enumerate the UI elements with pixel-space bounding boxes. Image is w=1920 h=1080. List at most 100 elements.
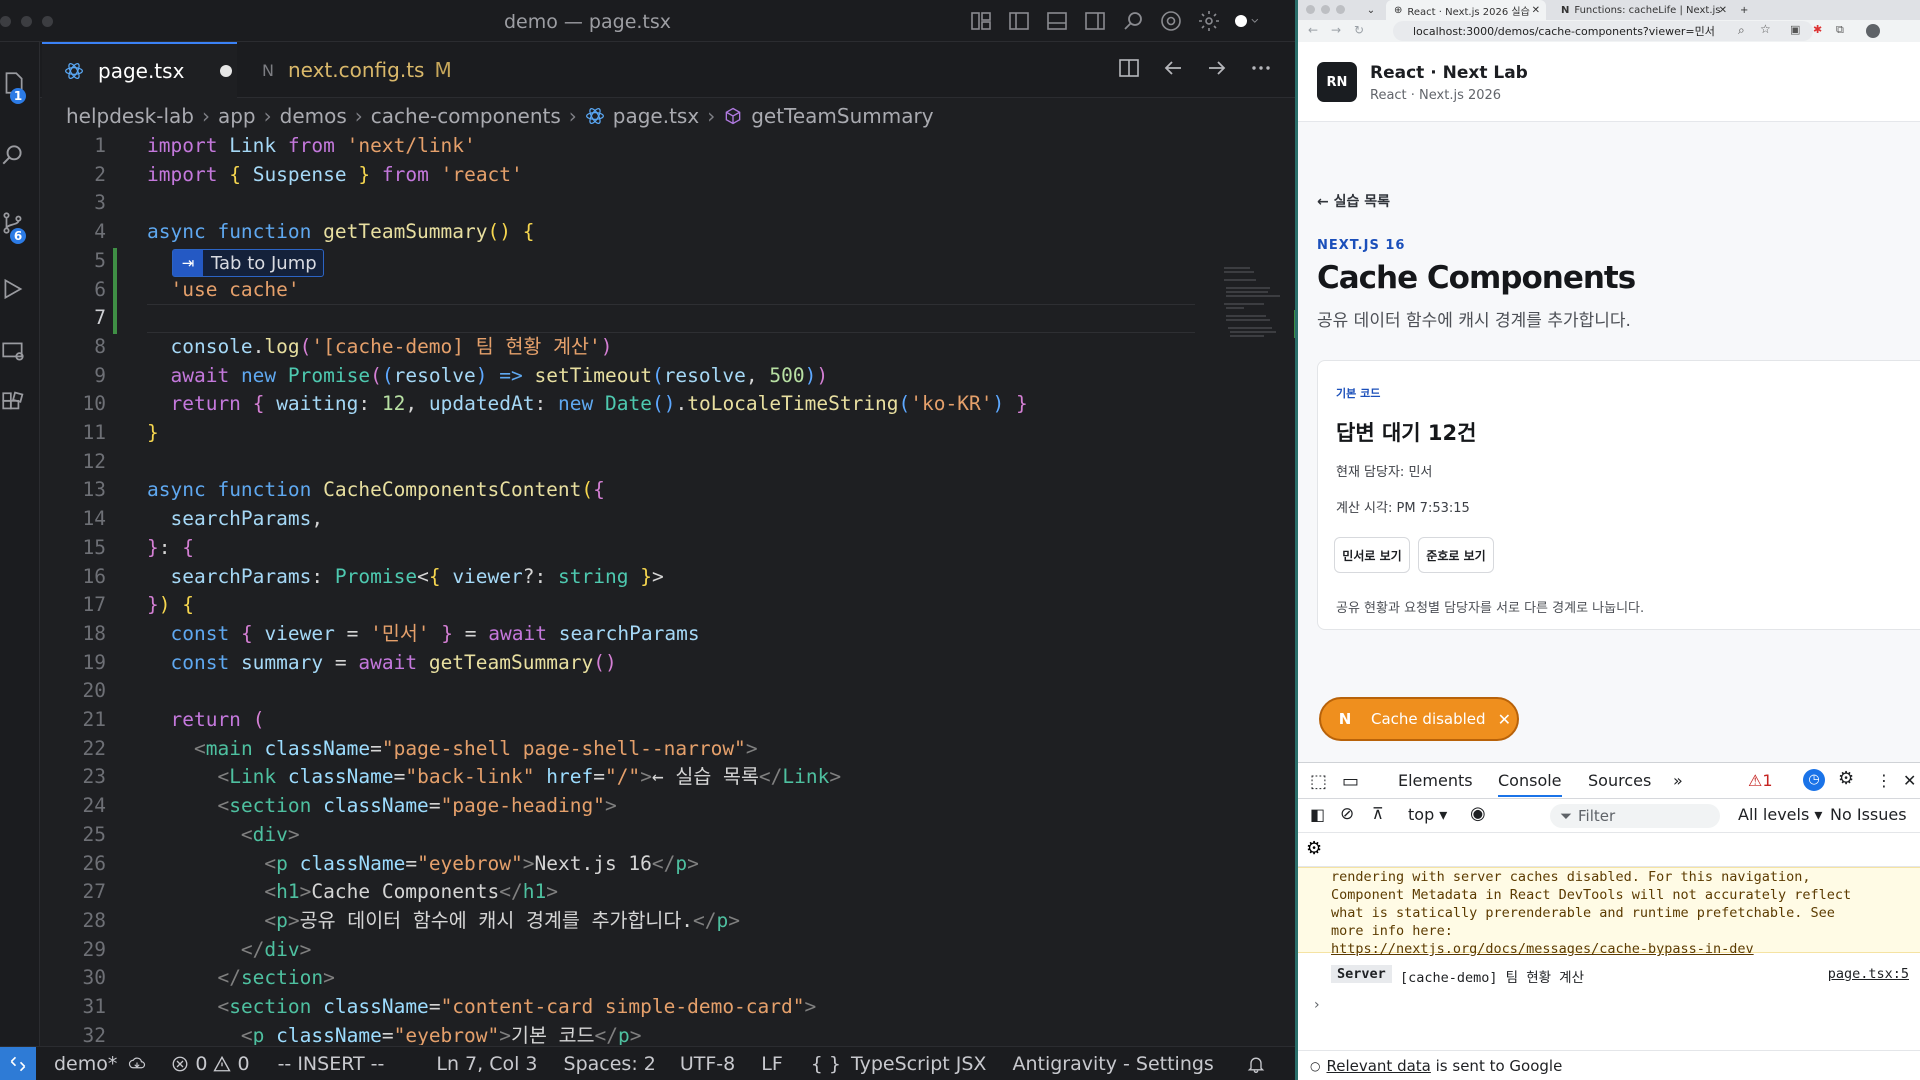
log-levels-select[interactable]: All levels ▾ bbox=[1738, 805, 1822, 824]
extensions-puzzle-icon[interactable]: ⧉ bbox=[1836, 23, 1844, 37]
arrow-right-icon[interactable] bbox=[1205, 56, 1229, 80]
warnings-badge[interactable]: ⚠1 bbox=[1748, 771, 1773, 790]
code-line: 1 import Link from 'next/link' bbox=[94, 134, 476, 157]
console-prompt-chevron-icon[interactable]: › bbox=[1314, 997, 1320, 1013]
kebab-menu-icon[interactable]: ⋮ bbox=[1876, 771, 1892, 790]
sidebar-toggle-icon[interactable]: ◧ bbox=[1310, 805, 1325, 824]
toggle-panel-icon[interactable] bbox=[1045, 9, 1069, 33]
reload-icon[interactable]: ↻ bbox=[1354, 23, 1364, 37]
status-bar: demo* 00 -- INSERT -- Ln 7, Col 3 Spaces… bbox=[0, 1046, 1295, 1080]
extension-icon[interactable]: ✱ bbox=[1813, 23, 1822, 36]
warning-line: more info here: bbox=[1331, 923, 1453, 939]
code-line: 22 <main className="page-shell page-shel… bbox=[82, 736, 758, 760]
ai-assistance-icon[interactable]: ◷ bbox=[1803, 769, 1825, 791]
filter-placeholder: Filter bbox=[1578, 807, 1616, 825]
clear-console-icon[interactable]: ⊘ bbox=[1340, 804, 1354, 824]
extensions-button[interactable] bbox=[0, 382, 40, 422]
view-as-minseo-button[interactable]: 민서로 보기 bbox=[1334, 537, 1410, 573]
breadcrumb-item[interactable]: cache-components bbox=[371, 104, 561, 128]
close-icon[interactable]: ✕ bbox=[1498, 710, 1511, 729]
notifications-button[interactable] bbox=[1246, 1054, 1266, 1074]
console-filter-input[interactable]: ⏷ Filter bbox=[1550, 804, 1720, 828]
source-control-button[interactable]: 6 bbox=[0, 202, 40, 244]
tab-page-tsx[interactable]: page.tsx bbox=[42, 42, 237, 98]
branch-label: demo* bbox=[54, 1052, 118, 1075]
back-link[interactable]: ← 실습 목록 bbox=[1317, 191, 1390, 211]
inspect-icon[interactable]: ⬚ bbox=[1310, 771, 1327, 792]
breadcrumb-item[interactable]: demos bbox=[280, 104, 347, 128]
extension-status[interactable]: Antigravity - Settings bbox=[1012, 1053, 1213, 1075]
minimap[interactable] bbox=[1220, 264, 1295, 354]
title-actions bbox=[969, 9, 1259, 33]
log-source-link[interactable]: page.tsx:5 bbox=[1828, 966, 1909, 982]
tab-console[interactable]: Console bbox=[1498, 771, 1562, 797]
bookmark-star-icon[interactable]: ☆ bbox=[1760, 22, 1771, 36]
current-viewer: 현재 담당자: 민서 bbox=[1336, 465, 1433, 480]
account-icon[interactable] bbox=[1235, 9, 1259, 33]
context-select[interactable]: top ▾ bbox=[1408, 805, 1447, 824]
close-tab-icon[interactable]: ✕ bbox=[1719, 5, 1727, 16]
console-settings-gear-icon[interactable]: ⚙ bbox=[1306, 838, 1322, 859]
cursor-position[interactable]: Ln 7, Col 3 bbox=[436, 1053, 537, 1075]
tab-sources[interactable]: Sources bbox=[1588, 771, 1651, 790]
breadcrumb-item[interactable]: app bbox=[218, 104, 256, 128]
remote-explorer-button[interactable] bbox=[0, 330, 40, 370]
encoding[interactable]: UTF-8 bbox=[680, 1053, 735, 1075]
breadcrumb-item[interactable]: page.tsx bbox=[613, 104, 699, 128]
settings-gear-icon[interactable]: ⚙ bbox=[1838, 768, 1854, 789]
code-line: 28 <p>공유 데이터 함수에 캐시 경계를 추가합니다.</p> bbox=[82, 908, 741, 932]
create-live-expression-icon[interactable]: ⊼ bbox=[1372, 804, 1384, 823]
activity-bar: 1 6 bbox=[0, 42, 40, 1046]
eol[interactable]: LF bbox=[761, 1053, 783, 1075]
issues-counter[interactable]: No Issues bbox=[1830, 805, 1907, 824]
back-icon[interactable]: ← bbox=[1308, 23, 1318, 37]
toggle-secondary-sidebar-icon[interactable] bbox=[1083, 9, 1107, 33]
device-toolbar-icon[interactable]: ▭ bbox=[1342, 771, 1359, 792]
log-text: [cache-demo] 팀 현황 계산 bbox=[1400, 970, 1585, 986]
breadcrumb-item[interactable]: getTeamSummary bbox=[751, 104, 933, 128]
tab-next-config[interactable]: N next.config.ts M bbox=[252, 42, 482, 98]
indentation[interactable]: Spaces: 2 bbox=[564, 1053, 656, 1075]
relevant-data-link[interactable]: Relevant data bbox=[1326, 1057, 1430, 1075]
remote-indicator[interactable] bbox=[0, 1046, 36, 1080]
more-tabs-icon[interactable]: » bbox=[1673, 771, 1683, 790]
language-mode[interactable]: { } TypeScript JSX bbox=[811, 1053, 987, 1075]
new-tab-button[interactable]: + bbox=[1740, 0, 1756, 20]
gear-icon[interactable] bbox=[1197, 9, 1221, 33]
extension-icon[interactable]: ▣ bbox=[1790, 23, 1800, 36]
tab-elements[interactable]: Elements bbox=[1398, 771, 1473, 790]
close-devtools-icon[interactable]: ✕ bbox=[1903, 771, 1916, 790]
forward-icon[interactable]: → bbox=[1331, 23, 1341, 37]
browser-window: ⌄ ⊕ React · Next.js 2026 실습 ✕ N Functions: … bbox=[1295, 0, 1920, 1080]
view-as-junho-button[interactable]: 준호로 보기 bbox=[1418, 537, 1494, 573]
browser-tab-active[interactable]: ⊕ React · Next.js 2026 실습 ✕ bbox=[1386, 0, 1546, 20]
zoom-icon[interactable]: ⌕ bbox=[1738, 23, 1745, 38]
chrome-icon[interactable] bbox=[1159, 9, 1183, 33]
tab-to-jump-hint[interactable]: ⇥ Tab to Jump bbox=[172, 249, 324, 277]
unsaved-dot[interactable] bbox=[220, 65, 233, 77]
close-tab-icon[interactable]: ✕ bbox=[1532, 5, 1540, 16]
split-editor-icon[interactable] bbox=[1117, 56, 1141, 80]
app-logo[interactable]: RN bbox=[1317, 62, 1357, 102]
cache-disabled-indicator[interactable]: N Cache disabled ✕ bbox=[1319, 697, 1519, 741]
docs-link[interactable]: https://nextjs.org/docs/messages/cache-b… bbox=[1331, 941, 1754, 957]
search-icon[interactable] bbox=[1121, 9, 1145, 33]
run-debug-button[interactable] bbox=[0, 268, 40, 308]
code-line: 11} bbox=[82, 421, 159, 444]
content-card: 기본 코드 답변 대기 12건 현재 담당자: 민서 계산 시각: PM 7:5… bbox=[1317, 360, 1920, 630]
explorer-button[interactable]: 1 bbox=[0, 62, 40, 104]
eye-icon[interactable]: ◉ bbox=[1470, 803, 1486, 824]
layout-icon[interactable] bbox=[969, 9, 993, 33]
tab-list-button[interactable]: ⌄ bbox=[1362, 0, 1380, 20]
problems-status[interactable]: 00 bbox=[171, 1053, 250, 1075]
address-bar[interactable]: localhost:3000/demos/cache-components?vi… bbox=[1393, 21, 1813, 41]
branch-status[interactable]: demo* bbox=[54, 1053, 147, 1075]
browser-tab[interactable]: N Functions: cacheLife | Next.js ✕ bbox=[1553, 0, 1733, 20]
more-icon[interactable] bbox=[1249, 56, 1273, 80]
toggle-sidebar-icon[interactable] bbox=[1007, 9, 1031, 33]
search-button[interactable] bbox=[0, 134, 40, 174]
braces-icon: { } bbox=[810, 1052, 841, 1075]
breadcrumb-item[interactable]: helpdesk-lab bbox=[66, 104, 194, 128]
profile-avatar[interactable] bbox=[1866, 24, 1880, 38]
arrow-left-icon[interactable] bbox=[1161, 56, 1185, 80]
